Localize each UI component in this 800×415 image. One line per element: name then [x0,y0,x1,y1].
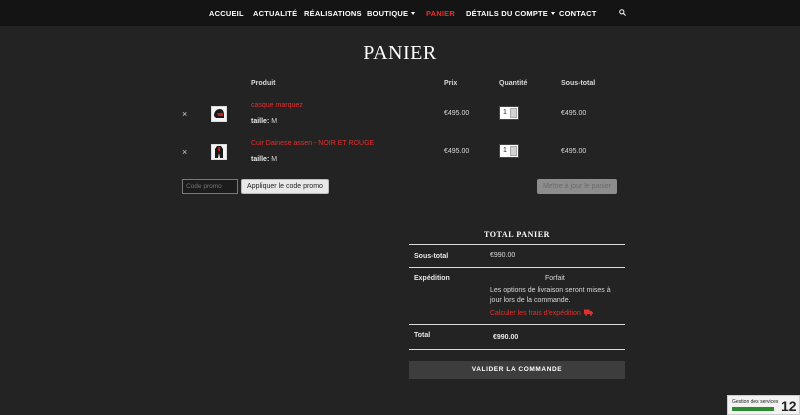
quantity-stepper[interactable]: 1 [499,106,519,120]
top-navigation: ACCUEIL ACTUALITÉ RÉALISATIONS BOUTIQUE … [0,0,800,26]
nav-item-boutique[interactable]: BOUTIQUE [367,9,416,18]
remove-item-button[interactable]: × [182,148,187,157]
total-label: Total [414,332,431,339]
truck-icon [583,309,593,316]
shipping-method: Forfait [545,275,565,282]
services-label: Gestion des services [732,399,779,405]
quantity-stepper[interactable]: 1 [499,144,519,158]
nav-item-actualite[interactable]: ACTUALITÉ [253,9,297,18]
product-thumbnail[interactable] [211,106,227,122]
quantity-value: 1 [503,109,507,116]
product-name-link[interactable]: Cuir Dainese assen - NOIR ET ROUGE [251,140,374,147]
chevron-down-icon [411,12,416,15]
column-header-price: Prix [444,80,458,87]
nav-item-realisations[interactable]: RÉALISATIONS [304,9,362,18]
cart-totals-title: TOTAL PANIER [483,230,551,239]
nav-item-boutique-label: BOUTIQUE [367,9,409,18]
calculate-shipping-link[interactable]: Calculer les frais d'expédition [490,309,593,317]
shipping-label: Expédition [414,275,450,282]
product-subtotal: €495.00 [561,110,587,117]
product-thumbnail[interactable] [211,144,227,160]
services-widget[interactable]: Gestion des services 12 [727,395,800,415]
product-price: €495.00 [444,110,470,117]
divider [409,267,625,268]
variation-value: M [271,118,278,125]
divider [409,244,625,245]
product-subtotal: €495.00 [561,148,587,155]
subtotal-value: €990.00 [490,252,516,259]
column-header-quantity: Quantité [499,80,528,87]
coupon-code-input[interactable] [182,179,238,194]
checkout-button[interactable]: VALIDER LA COMMANDE [409,361,625,379]
remove-item-button[interactable]: × [182,110,187,119]
apply-coupon-button[interactable]: Appliquer le code promo [241,179,329,194]
product-price: €495.00 [444,148,470,155]
shipping-note: Les options de livraison seront mises à … [490,287,611,304]
column-header-subtotal: Sous-total [561,80,596,87]
divider [409,349,625,350]
nav-item-accueil[interactable]: ACCUEIL [209,9,244,18]
nav-item-details-compte-label: DÉTAILS DU COMPTE [466,9,549,18]
update-cart-button: Mettre à jour le panier [537,179,617,194]
divider [409,324,625,325]
search-icon[interactable] [619,9,626,16]
variation-value: M [271,156,278,163]
nav-item-details-compte[interactable]: DÉTAILS DU COMPTE [466,9,556,18]
chevron-down-icon [551,12,556,15]
calculate-shipping-label: Calculer les frais d'expédition [490,310,581,317]
nav-item-panier[interactable]: PANIER [426,9,455,18]
total-value: €990.00 [493,334,519,341]
variation-label: taille: [251,156,270,163]
product-name-link[interactable]: casque marquez [251,102,303,109]
product-variation: taille: M [251,118,277,125]
column-header-product: Produit [251,80,276,87]
subtotal-label: Sous-total [414,253,449,260]
services-status-bar [732,407,774,411]
page-title: PANIER [363,42,437,64]
helmet-icon [214,109,224,118]
spinner-arrows-icon[interactable] [510,146,517,156]
services-count: 12 [781,398,797,414]
quantity-value: 1 [503,147,507,154]
product-variation: taille: M [251,156,277,163]
variation-label: taille: [251,118,270,125]
spinner-arrows-icon[interactable] [510,108,517,118]
nav-item-contact[interactable]: CONTACT [559,9,597,18]
leather-suit-icon [215,146,223,158]
